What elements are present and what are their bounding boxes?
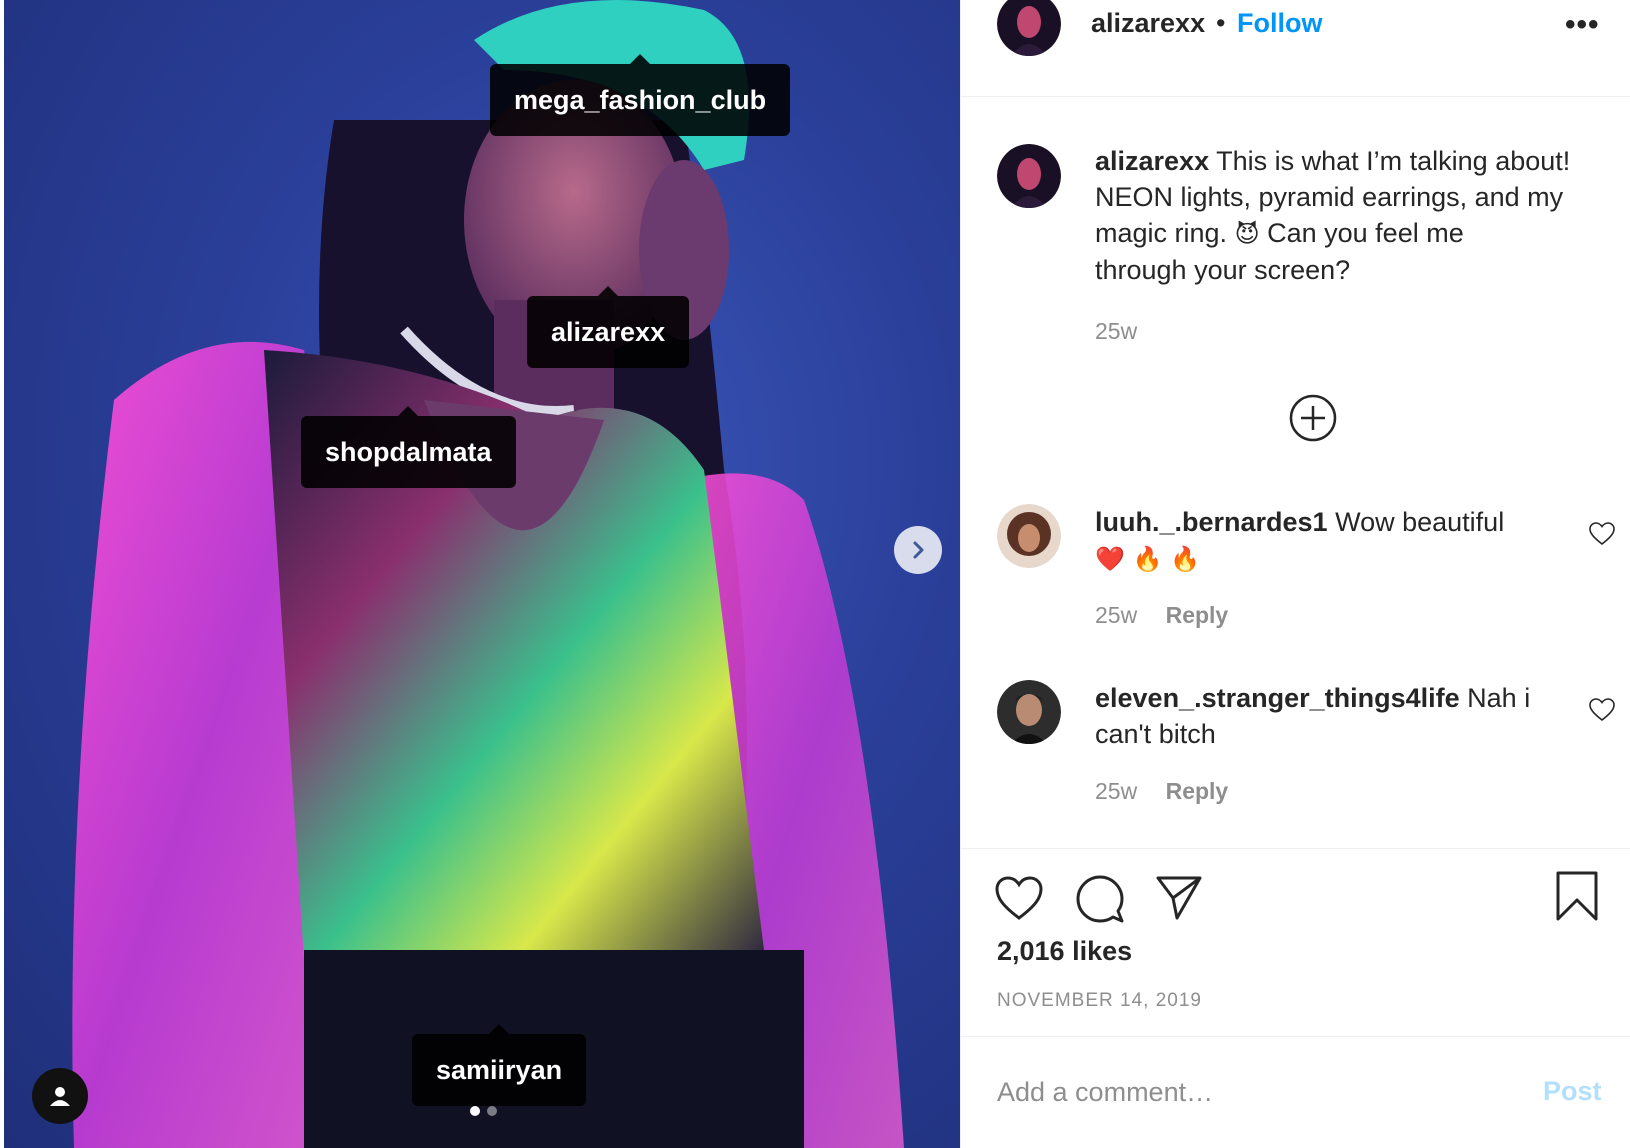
follow-button[interactable]: Follow — [1237, 8, 1322, 39]
photo-tag[interactable]: samiiryan — [412, 1024, 587, 1106]
comment-body: Nah i — [1467, 683, 1531, 713]
photo-tag[interactable]: shopdalmata — [301, 406, 516, 488]
like-comment-heart-icon[interactable] — [1589, 522, 1615, 546]
commenter-avatar[interactable] — [997, 504, 1061, 568]
commenter-avatar[interactable] — [997, 680, 1061, 744]
photo-tag[interactable]: alizarexx — [527, 286, 690, 368]
share-send-icon[interactable] — [1155, 874, 1203, 920]
divider — [961, 848, 1630, 849]
comment-meta: 25w Reply — [1095, 778, 1228, 805]
like-heart-icon[interactable] — [995, 876, 1043, 922]
caption-text: alizarexx This is what I’m talking about… — [1095, 143, 1615, 288]
caption-line: Can you feel me — [1267, 218, 1464, 248]
reply-button[interactable]: Reply — [1166, 602, 1229, 628]
comment-text: eleven_.stranger_things4life Nah i can't… — [1095, 680, 1565, 752]
comment-bubble-icon[interactable] — [1075, 874, 1125, 924]
caption-line: This is what I’m talking about! — [1216, 146, 1571, 176]
show-tags-button[interactable] — [32, 1068, 88, 1124]
add-comment-input[interactable] — [997, 1070, 1497, 1114]
chevron-right-icon — [913, 541, 924, 559]
reply-button[interactable]: Reply — [1166, 778, 1229, 804]
comment-body: can't bitch — [1095, 719, 1216, 749]
comment-emojis: ❤️ 🔥 🔥 — [1095, 545, 1200, 573]
carousel-dot — [470, 1106, 480, 1116]
header-separator: • — [1216, 8, 1226, 38]
person-icon — [50, 1087, 70, 1106]
photo-tag[interactable]: mega_fashion_club — [490, 54, 791, 136]
comment-age[interactable]: 25w — [1095, 778, 1137, 804]
caption-line: through your screen? — [1095, 255, 1351, 285]
caption-avatar[interactable] — [997, 144, 1061, 208]
photo-illustration — [72, 0, 904, 1148]
author-username[interactable]: alizarexx — [1091, 8, 1205, 39]
comment-age[interactable]: 25w — [1095, 602, 1137, 628]
comment-body: Wow beautiful — [1335, 507, 1505, 537]
comment-username[interactable]: luuh._.bernardes1 — [1095, 507, 1328, 537]
post-comment-button[interactable]: Post — [1543, 1076, 1602, 1107]
like-comment-heart-icon[interactable] — [1589, 698, 1615, 722]
caption-line: magic ring. — [1095, 218, 1228, 248]
post-date[interactable]: NOVEMBER 14, 2019 — [997, 990, 1202, 1012]
comment-text: luuh._.bernardes1 Wow beautiful ❤️ 🔥 🔥 — [1095, 504, 1565, 577]
divider — [961, 1036, 1630, 1037]
caption-age[interactable]: 25w — [1095, 318, 1137, 345]
divider — [961, 96, 1630, 97]
next-photo-button[interactable] — [894, 526, 942, 574]
carousel-dot — [487, 1106, 497, 1116]
carousel-indicator — [470, 1106, 497, 1116]
comment-meta: 25w Reply — [1095, 602, 1228, 629]
caption-username[interactable]: alizarexx — [1095, 146, 1209, 176]
devil-emoji: 😈 — [1234, 220, 1260, 248]
more-options-button[interactable]: ••• — [1565, 8, 1600, 42]
post-photo[interactable]: mega_fashion_club alizarexx shopdalmata … — [4, 0, 960, 1148]
author-avatar[interactable] — [997, 0, 1061, 56]
load-more-comments-icon[interactable] — [1289, 394, 1337, 442]
save-bookmark-icon[interactable] — [1555, 870, 1599, 922]
post-details-panel: alizarexx • Follow ••• alizarexx This is… — [960, 0, 1630, 1148]
caption-line: NEON lights, pyramid earrings, and my — [1095, 182, 1564, 212]
likes-count[interactable]: 2,016 likes — [997, 936, 1132, 967]
comment-username[interactable]: eleven_.stranger_things4life — [1095, 683, 1460, 713]
